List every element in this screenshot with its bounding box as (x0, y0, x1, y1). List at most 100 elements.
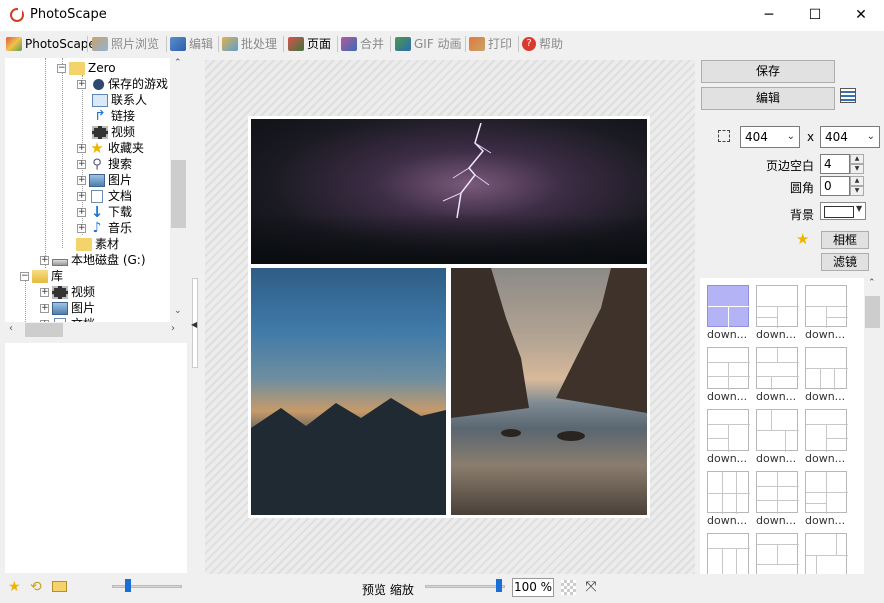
scroll-up-icon[interactable]: ⌃ (174, 58, 182, 68)
photo-lightning-storm[interactable] (251, 119, 647, 264)
tree-horizontal-scrollbar[interactable]: ‹ › (5, 322, 187, 338)
layout-template-grid[interactable]: down... down... down... down... down... down.… (700, 278, 864, 574)
layout-template[interactable]: down... (805, 285, 849, 341)
collapse-arrow-icon[interactable]: ◀ (191, 320, 197, 329)
scrollbar-thumb[interactable] (25, 323, 63, 337)
tab-editor[interactable]: 编辑 (170, 33, 213, 55)
tree-item-music[interactable]: + ♪ 音乐 (77, 220, 132, 236)
expand-icon[interactable]: + (40, 303, 49, 313)
thumbnail-list-panel[interactable] (5, 343, 187, 573)
layout-template[interactable]: down... (805, 533, 849, 574)
corner-input[interactable]: 0 (820, 176, 850, 196)
tab-viewer[interactable]: 照片浏览 (92, 33, 159, 55)
tree-item-library-videos[interactable]: + 视频 (40, 284, 95, 300)
expand-icon[interactable]: + (77, 79, 86, 89)
tab-help[interactable]: ? 帮助 (522, 33, 563, 55)
margin-input[interactable]: 4 (820, 154, 850, 174)
filter-button[interactable]: 滤镜 (821, 253, 869, 271)
zoom-slider-thumb[interactable] (496, 579, 502, 592)
tree-item-local-disk-g[interactable]: + 本地磁盘 (G:) (40, 252, 146, 268)
layout-template[interactable]: down... (756, 471, 800, 527)
tab-combine[interactable]: 合并 (341, 33, 384, 55)
zoom-value[interactable]: 100 % (512, 578, 554, 597)
layout-template[interactable]: down... (707, 533, 751, 574)
background-color-picker[interactable]: ▼ (820, 202, 866, 220)
layout-template[interactable]: down... (707, 347, 751, 403)
scroll-right-icon[interactable]: › (171, 323, 175, 334)
corner-spin-down-icon[interactable]: ▼ (850, 186, 864, 196)
maximize-button[interactable]: ☐ (792, 0, 838, 31)
tree-vertical-scrollbar[interactable]: ⌃ ⌄ (170, 58, 187, 322)
layout-template[interactable]: down... (756, 409, 800, 465)
tree-item-downloads[interactable]: + ↓ 下载 (77, 204, 132, 220)
scrollbar-thumb[interactable] (865, 296, 880, 328)
margin-spin-up-icon[interactable]: ▲ (850, 154, 864, 164)
tab-gif[interactable]: GIF 动画 (395, 33, 462, 55)
transparency-grid-icon[interactable] (561, 580, 576, 595)
expand-icon[interactable]: + (40, 287, 49, 297)
tree-item-links[interactable]: ↱ 链接 (92, 108, 135, 124)
expand-icon[interactable]: + (77, 143, 86, 153)
expand-icon[interactable]: + (77, 175, 86, 185)
thumbnail-size-slider[interactable] (112, 585, 182, 588)
tree-item-contacts[interactable]: 联系人 (92, 92, 147, 108)
tree-item-library-pictures[interactable]: + 图片 (40, 300, 95, 316)
template-scrollbar[interactable]: ⌃ (864, 278, 881, 574)
layout-template[interactable]: down... (756, 285, 800, 341)
menu-list-icon[interactable] (840, 88, 856, 103)
tree-item-favorites[interactable]: + ★ 收藏夹 (77, 140, 144, 156)
layout-template[interactable]: down... (707, 409, 751, 465)
width-select[interactable]: 404 ⌄ (740, 126, 800, 148)
expand-icon[interactable]: + (77, 207, 86, 217)
page-preview[interactable] (248, 116, 650, 518)
minimize-button[interactable]: ─ (746, 0, 792, 31)
photo-sea-cliffs[interactable] (451, 268, 647, 515)
tab-print[interactable]: 打印 (469, 33, 512, 55)
fit-to-window-icon[interactable]: ⤧ (583, 579, 599, 595)
layout-template[interactable]: down... (805, 471, 849, 527)
layout-template[interactable]: down... (707, 285, 751, 341)
tab-photoscape[interactable]: PhotoScape (6, 33, 96, 55)
panel-splitter[interactable]: ◀ (189, 58, 200, 574)
expand-icon[interactable]: + (40, 255, 49, 265)
folder-tree[interactable]: − Zero + 保存的游戏 联系人 ↱ 链接 视频 + ★ 收藏夹 + ⚲ 搜… (5, 58, 187, 322)
favorite-star-icon[interactable]: ★ (8, 579, 21, 595)
tree-item-pictures[interactable]: + 图片 (77, 172, 132, 188)
scroll-down-icon[interactable]: ⌄ (174, 306, 182, 316)
tree-item-materials[interactable]: 素材 (76, 236, 119, 252)
frame-button[interactable]: 相框 (821, 231, 869, 249)
collapse-icon[interactable]: − (20, 271, 29, 281)
save-button[interactable]: 保存 (701, 60, 835, 83)
tree-item-zero[interactable]: − Zero (57, 60, 116, 76)
tree-item-videos[interactable]: 视频 (92, 124, 135, 140)
scroll-left-icon[interactable]: ‹ (9, 323, 13, 334)
height-select[interactable]: 404 ⌄ (820, 126, 880, 148)
favorites-star-icon[interactable]: ★ (796, 230, 809, 248)
layout-template[interactable]: down... (805, 409, 849, 465)
refresh-folder-icon[interactable]: ⟲ (30, 579, 42, 595)
tree-item-searches[interactable]: + ⚲ 搜索 (77, 156, 132, 172)
expand-icon[interactable]: + (77, 159, 86, 169)
layout-template[interactable]: down... (756, 533, 800, 574)
thumbnail-size-slider-thumb[interactable] (125, 579, 131, 592)
tab-batch[interactable]: 批处理 (222, 33, 277, 55)
open-folder-icon[interactable] (52, 581, 67, 592)
zoom-slider[interactable] (425, 585, 505, 588)
tree-item-documents[interactable]: + 文档 (77, 188, 132, 204)
expand-icon[interactable]: + (77, 191, 86, 201)
margin-spin-down-icon[interactable]: ▼ (850, 164, 864, 174)
layout-template[interactable]: down... (756, 347, 800, 403)
tree-item-saved-games[interactable]: + 保存的游戏 (77, 76, 168, 92)
layout-template[interactable]: down... (805, 347, 849, 403)
edit-button[interactable]: 编辑 (701, 87, 835, 110)
expand-icon[interactable]: + (77, 223, 86, 233)
photo-mountain-sunset[interactable] (251, 268, 446, 515)
layout-template[interactable]: down... (707, 471, 751, 527)
tree-item-libraries[interactable]: − 库 (20, 268, 63, 284)
collapse-icon[interactable]: − (57, 63, 66, 73)
scroll-up-icon[interactable]: ⌃ (868, 278, 876, 288)
tab-page[interactable]: 页面 (288, 33, 331, 55)
corner-spin-up-icon[interactable]: ▲ (850, 176, 864, 186)
scrollbar-thumb[interactable] (171, 160, 186, 228)
close-button[interactable]: ✕ (838, 0, 884, 31)
